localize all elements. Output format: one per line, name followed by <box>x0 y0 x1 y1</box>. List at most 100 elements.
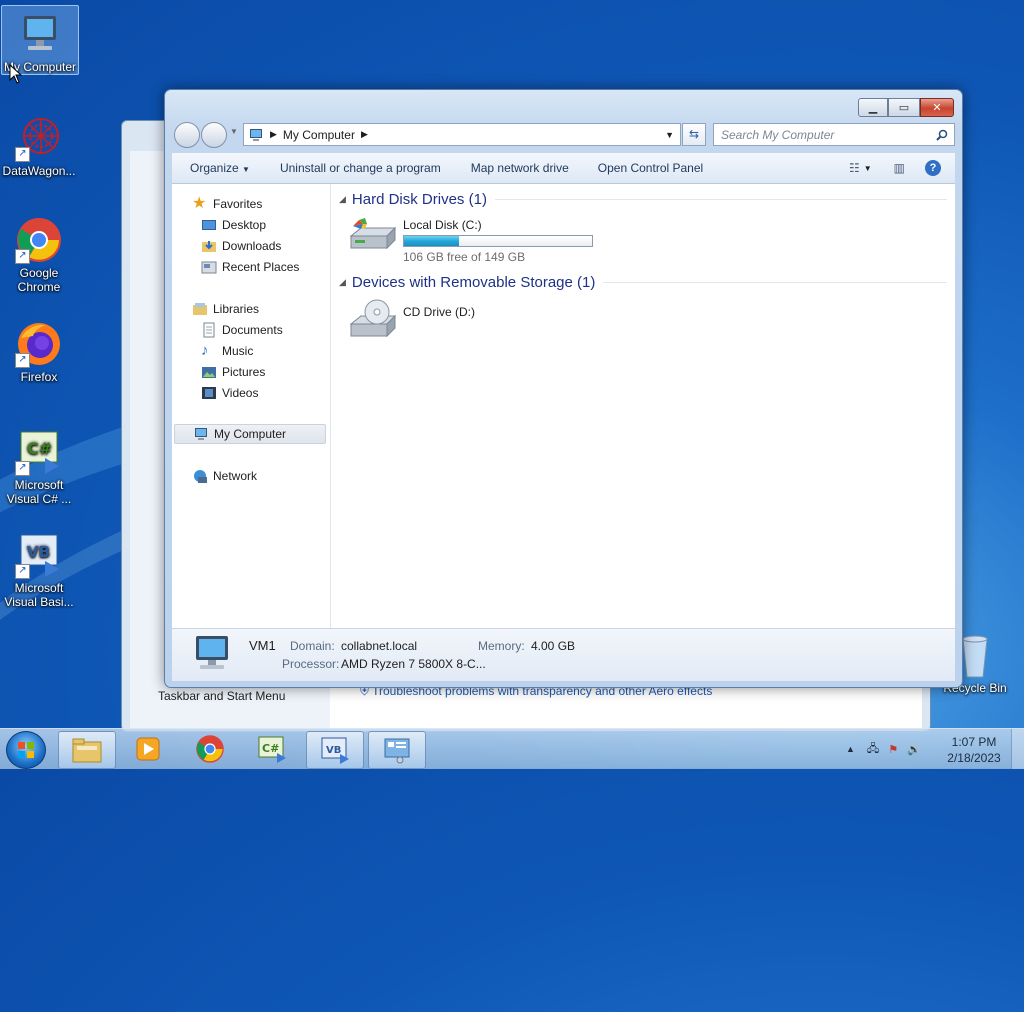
help-icon[interactable]: ? <box>925 160 941 176</box>
desktop-icon-firefox[interactable]: ↗ Firefox <box>1 316 77 384</box>
desktop-icon-datawagon[interactable]: ↗ DataWagon... <box>1 110 77 178</box>
taskbar-start-menu-link[interactable]: Taskbar and Start Menu <box>158 689 285 703</box>
taskbar-clock[interactable]: 1:07 PM 2/18/2023 <box>940 734 1008 766</box>
star-icon: ★ <box>192 195 207 212</box>
taskbar: C# VB ▲ 🖧 ⚑ 🔊 1:07 PM 2/18/2023 <box>0 728 1024 769</box>
action-center-flag-icon[interactable]: ⚑ <box>888 743 898 756</box>
nav-downloads[interactable]: Downloads <box>201 236 281 256</box>
drive-local-disk-c[interactable]: Local Disk (C:) 106 GB free of 149 GB <box>349 216 593 264</box>
nav-network[interactable]: Network <box>192 466 257 486</box>
collapse-triangle-icon: ◢ <box>339 193 346 204</box>
view-options-icon[interactable]: ☷ <box>849 161 860 175</box>
search-input[interactable]: Search My Computer <box>713 123 955 146</box>
music-icon: ♪ <box>201 342 209 359</box>
downloads-folder-icon <box>202 241 216 252</box>
network-status-icon[interactable]: 🖧 <box>867 740 879 759</box>
documents-icon <box>203 322 215 338</box>
control-panel-icon <box>384 738 410 764</box>
firefox-icon: ↗ <box>15 320 63 368</box>
explorer-window[interactable]: ▁ ▭ ✕ ▼ ▶ My Computer ▶ ▼ ⇆ Search My Co… <box>164 89 963 688</box>
forward-button[interactable] <box>201 122 227 148</box>
minimize-icon: ▁ <box>868 102 878 114</box>
taskbar-media-player-button[interactable] <box>120 731 176 767</box>
chrome-icon: ↗ <box>15 216 63 264</box>
taskbar-chrome-button[interactable] <box>182 731 238 767</box>
refresh-button[interactable]: ⇆ <box>682 123 706 146</box>
show-hidden-icons-icon[interactable]: ▲ <box>846 744 855 754</box>
nav-libraries[interactable]: Libraries <box>192 299 259 319</box>
minimize-button[interactable]: ▁ <box>858 98 888 117</box>
breadcrumb-chevron-icon[interactable]: ▶ <box>361 129 368 140</box>
visual-csharp-icon: C# <box>258 736 286 763</box>
organize-label: Organize <box>190 161 239 175</box>
taskbar-explorer-button[interactable] <box>58 731 116 769</box>
visual-basic-icon: VB ↗ <box>15 531 63 579</box>
desktop-icon <box>202 220 216 230</box>
view-dropdown-icon[interactable]: ▼ <box>864 164 872 173</box>
map-network-drive-button[interactable]: Map network drive <box>471 161 569 175</box>
organize-button[interactable]: Organize ▼ <box>190 161 250 175</box>
content-area: ★ Favorites Desktop Downloads Recent Pla… <box>172 184 955 628</box>
volume-icon[interactable]: 🔊 <box>907 743 921 756</box>
drive-free-space: 106 GB free of 149 GB <box>403 250 526 264</box>
computer-icon <box>250 128 262 141</box>
recent-pages-dropdown-icon[interactable]: ▼ <box>230 127 238 136</box>
uninstall-program-button[interactable]: Uninstall or change a program <box>280 161 441 175</box>
chevron-down-icon: ▼ <box>242 165 250 174</box>
desktop-icon-visual-basic[interactable]: VB ↗ Microsoft Visual Basi... <box>1 527 77 609</box>
nav-favorites[interactable]: ★ Favorites <box>192 194 262 214</box>
shortcut-arrow-icon: ↗ <box>15 564 30 579</box>
nav-desktop[interactable]: Desktop <box>201 215 266 235</box>
nav-pictures[interactable]: Pictures <box>201 362 265 382</box>
preview-pane-icon[interactable]: ▥ <box>894 161 905 175</box>
nav-label: Documents <box>222 323 283 337</box>
libraries-icon <box>193 303 207 315</box>
computer-icon <box>195 428 207 440</box>
svg-text:C#: C# <box>27 439 52 458</box>
videos-icon <box>202 387 216 399</box>
taskbar-visual-basic-button[interactable]: VB <box>306 731 364 769</box>
nav-label: My Computer <box>214 427 287 441</box>
breadcrumb[interactable]: My Computer <box>283 128 355 142</box>
drive-cd-d[interactable]: CD Drive (D:) <box>349 298 475 338</box>
close-button[interactable]: ✕ <box>920 98 954 117</box>
open-control-panel-button[interactable]: Open Control Panel <box>598 161 703 175</box>
nav-label: Libraries <box>213 302 260 316</box>
nav-label: Videos <box>222 386 259 400</box>
maximize-icon: ▭ <box>898 102 910 114</box>
media-player-icon <box>136 737 160 761</box>
processor-value: AMD Ryzen 7 5800X 8-C... <box>341 657 486 671</box>
nav-recent-places[interactable]: Recent Places <box>201 257 299 277</box>
group-removable-storage[interactable]: ◢ Devices with Removable Storage (1) <box>339 271 947 293</box>
back-button[interactable] <box>174 122 200 148</box>
maximize-button[interactable]: ▭ <box>888 98 920 117</box>
network-icon <box>194 470 207 483</box>
nav-my-computer[interactable]: My Computer <box>174 424 326 444</box>
shortcut-arrow-icon: ↗ <box>15 147 30 162</box>
taskbar-visual-csharp-button[interactable]: C# <box>244 731 300 767</box>
nav-label: Desktop <box>222 218 267 232</box>
group-header: Hard Disk Drives (1) <box>351 190 487 208</box>
nav-videos[interactable]: Videos <box>201 383 258 403</box>
svg-text:C#: C# <box>262 742 279 755</box>
drive-name: Local Disk (C:) <box>403 218 482 232</box>
desktop-icon-label: Firefox <box>20 370 58 384</box>
computer-name: VM1 <box>249 638 276 653</box>
show-desktop-button[interactable] <box>1011 729 1024 769</box>
group-divider <box>494 198 947 200</box>
search-placeholder: Search My Computer <box>721 127 835 142</box>
group-hard-disk-drives[interactable]: ◢ Hard Disk Drives (1) <box>339 188 947 210</box>
address-bar[interactable]: ▶ My Computer ▶ ▼ <box>243 123 681 146</box>
start-button[interactable] <box>6 731 46 769</box>
search-icon[interactable] <box>936 129 948 141</box>
nav-music[interactable]: ♪ Music <box>201 341 253 361</box>
desktop-icon-visual-csharp[interactable]: C# ↗ Microsoft Visual C# ... <box>1 424 77 506</box>
address-dropdown-icon[interactable]: ▼ <box>665 130 674 140</box>
nav-documents[interactable]: Documents <box>201 320 283 340</box>
svg-text:VB: VB <box>27 543 50 561</box>
windows-logo-icon <box>18 742 34 758</box>
visual-csharp-icon: C# ↗ <box>15 428 63 476</box>
taskbar-control-panel-button[interactable] <box>368 731 426 769</box>
recent-places-icon <box>201 261 217 274</box>
desktop-icon-chrome[interactable]: ↗ Google Chrome <box>1 212 77 294</box>
